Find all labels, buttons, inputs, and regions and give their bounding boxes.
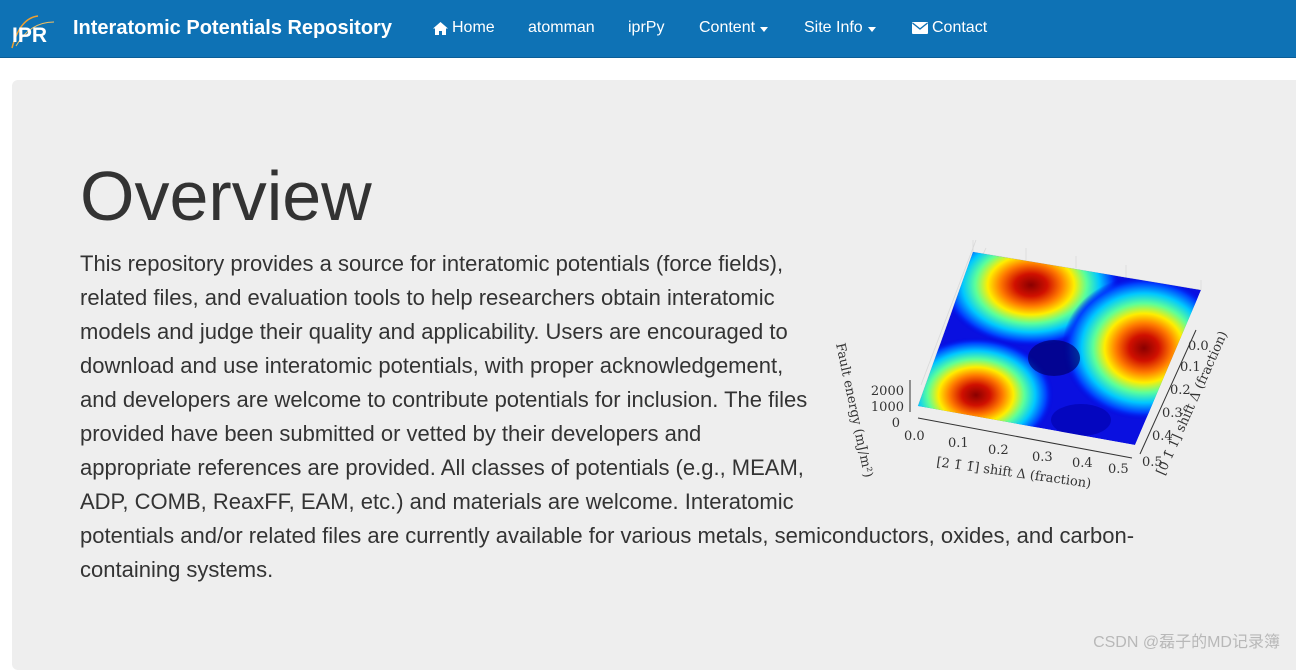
brand-name[interactable]: Interatomic Potentials Repository bbox=[73, 17, 392, 40]
nav-home-label: Home bbox=[452, 19, 495, 36]
x-tick: 0.1 bbox=[948, 436, 969, 451]
nav-content-label: Content bbox=[699, 19, 756, 36]
x-axis-label: [2 1̄ 1̄] shift Δ (fraction) bbox=[935, 455, 1092, 492]
x-tick: 0.0 bbox=[904, 429, 925, 444]
envelope-icon bbox=[912, 22, 928, 34]
nav-contact-label: Contact bbox=[932, 19, 988, 36]
y-tick: 0.0 bbox=[1188, 339, 1209, 354]
caret-down-icon bbox=[867, 26, 876, 32]
home-icon bbox=[433, 21, 448, 35]
nav-content-dropdown[interactable]: Content bbox=[699, 19, 769, 37]
nav-contact[interactable]: Contact bbox=[912, 19, 987, 37]
z-tick: 0 bbox=[892, 416, 900, 431]
ipr-logo[interactable]: IPR bbox=[10, 12, 60, 52]
page-title: Overview bbox=[80, 157, 372, 235]
fault-energy-surface-plot: 2000 1000 0 0.0 0.1 0.2 0.3 0.4 0.5 0.0 … bbox=[826, 239, 1246, 495]
z-tick: 1000 bbox=[871, 400, 904, 415]
nav-site-info-dropdown[interactable]: Site Info bbox=[804, 19, 876, 37]
nav-atomman-label: atomman bbox=[528, 19, 595, 36]
nav-iprpy-label: iprPy bbox=[628, 19, 665, 36]
z-axis-label: Fault energy (mJ/m²) bbox=[832, 342, 875, 479]
navbar: IPR Interatomic Potentials Repository Ho… bbox=[0, 0, 1296, 58]
nav-site-info-label: Site Info bbox=[804, 19, 863, 36]
nav-home[interactable]: Home bbox=[433, 19, 495, 37]
logo-text: IPR bbox=[12, 24, 47, 47]
x-tick: 0.2 bbox=[988, 443, 1009, 458]
x-tick: 0.4 bbox=[1072, 456, 1093, 471]
x-tick: 0.5 bbox=[1108, 462, 1129, 477]
nav-iprpy[interactable]: iprPy bbox=[628, 19, 664, 37]
x-tick: 0.3 bbox=[1032, 450, 1053, 465]
watermark: CSDN @磊子的MD记录簿 bbox=[1093, 634, 1280, 651]
z-tick: 2000 bbox=[871, 384, 904, 399]
nav-atomman[interactable]: atomman bbox=[528, 19, 595, 37]
caret-down-icon bbox=[760, 26, 769, 32]
